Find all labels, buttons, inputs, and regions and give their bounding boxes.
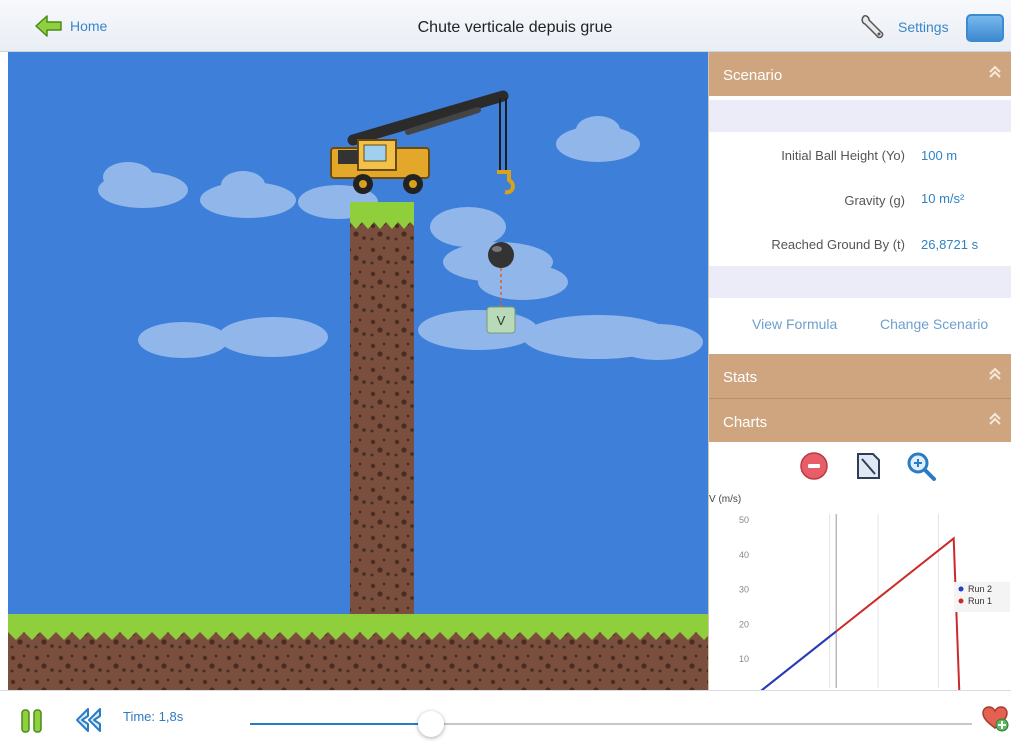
tower-grass (350, 202, 414, 222)
bottom-bar: Time: 1,8s (0, 690, 1011, 742)
app-window: Home Chute verticale depuis grue Setting… (0, 0, 1011, 742)
divider (709, 100, 1011, 132)
slider-fill (250, 723, 431, 725)
velocity-chart: V (m/s) 01020304050 Run 2Run 1 (709, 494, 1010, 690)
time-slider[interactable] (250, 711, 972, 737)
view-formula-link[interactable]: View Formula (752, 316, 837, 332)
home-label: Home (70, 18, 108, 34)
reached-ground-value: 26,8721 s (921, 237, 979, 252)
zoom-button[interactable] (905, 448, 937, 484)
pause-button[interactable] (20, 708, 44, 734)
settings-label: Settings (898, 19, 949, 35)
chart-legend-marker (958, 598, 964, 604)
stats-title: Stats (723, 369, 758, 386)
chart-legend-label: Run 1 (968, 596, 992, 606)
chart-y-axis-label: V (m/s) (709, 494, 741, 505)
chart-legend-marker (958, 586, 964, 592)
collapse-icon (989, 65, 1001, 78)
clear-chart-button[interactable] (799, 448, 829, 484)
collapse-icon (989, 412, 1001, 425)
charts-title: Charts (723, 414, 768, 431)
velocity-marker: V (486, 306, 516, 334)
change-scenario-link[interactable]: Change Scenario (880, 316, 988, 332)
gravity-label: Gravity (g) (844, 193, 905, 208)
scenario-header[interactable]: Scenario (709, 52, 1011, 96)
wrench-icon (861, 15, 884, 39)
ground-grass (8, 614, 708, 632)
collapse-icon (989, 367, 1001, 380)
chart-y-tick: 20 (739, 619, 749, 629)
chart-series-line (760, 536, 961, 690)
divider (709, 266, 1011, 298)
chart-y-tick: 30 (739, 585, 749, 595)
back-arrow-icon (35, 15, 62, 37)
side-panel: Scenario Initial Ball Height (Yo) 100 m … (708, 52, 1011, 690)
scene-canvas: V (8, 52, 708, 690)
chart-y-tick: 40 (739, 550, 749, 560)
velocity-marker-label: V (497, 313, 506, 328)
charts-header[interactable]: Charts (709, 398, 1011, 442)
scenario-title: Scenario (723, 67, 783, 84)
fullscreen-button[interactable] (966, 14, 1004, 42)
gravity-value: 10 m/s² (921, 191, 965, 206)
tower (350, 207, 414, 617)
chart-y-tick: 50 (739, 515, 749, 525)
settings-button[interactable]: Settings (858, 12, 949, 42)
home-button[interactable]: Home (34, 14, 107, 38)
chart-legend-label: Run 2 (968, 584, 992, 594)
stats-header[interactable]: Stats (709, 354, 1011, 398)
simulation-scene: V (8, 52, 708, 690)
initial-height-value: 100 m (921, 148, 958, 163)
rewind-button[interactable] (74, 706, 104, 734)
reached-ground-label: Reached Ground By (t) (771, 237, 905, 252)
chart-series-line (760, 630, 837, 690)
chart-y-tick: 10 (739, 654, 749, 664)
page-title: Chute verticale depuis grue (417, 19, 613, 36)
slider-thumb[interactable] (417, 711, 444, 737)
heart-add-icon[interactable] (981, 704, 1009, 732)
top-bar: Home Chute verticale depuis grue Setting… (0, 0, 1011, 52)
edit-chart-button[interactable] (853, 448, 883, 484)
initial-height-label: Initial Ball Height (Yo) (781, 148, 905, 163)
time-label: Time: 1,8s (123, 709, 184, 724)
